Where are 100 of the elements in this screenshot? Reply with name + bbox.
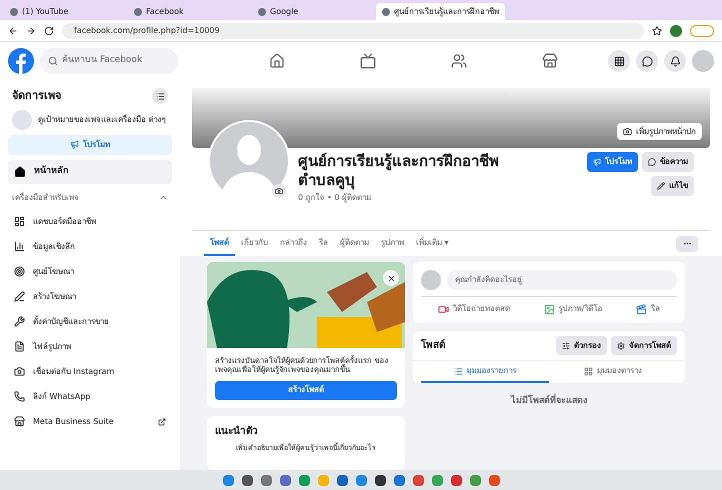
search-field[interactable]: ค้นหาบน Facebook bbox=[40, 48, 178, 74]
grid-icon bbox=[584, 366, 593, 376]
avatar bbox=[421, 270, 441, 290]
groups-icon[interactable] bbox=[450, 53, 466, 69]
about-title: แนะนำตัว bbox=[215, 424, 259, 439]
pencil-icon bbox=[657, 182, 665, 190]
tab-title: ศูนย์การเรียนรู้และการฝึกอาชีพ bbox=[394, 6, 499, 18]
back-icon[interactable] bbox=[8, 26, 18, 36]
section-header[interactable]: เครื่องมือสำหรับเพจ bbox=[8, 188, 172, 206]
external-link-icon bbox=[158, 418, 166, 426]
sidebar-item[interactable]: Meta Business Suite bbox=[8, 412, 172, 432]
posts-button[interactable]: ตัวกรอง bbox=[556, 336, 607, 355]
phone-icon bbox=[14, 391, 25, 402]
sidebar-item[interactable]: ข้อมูลเชิงลึก bbox=[8, 236, 172, 256]
posts-button[interactable]: จัดการโพสต์ bbox=[611, 336, 677, 355]
browser-tab[interactable]: Facebook bbox=[128, 3, 248, 20]
page-tab[interactable]: ผู้ติดตาม bbox=[334, 231, 375, 256]
page-action-button[interactable]: โปรโมท bbox=[587, 152, 638, 172]
create-post-button[interactable]: สร้างโพสต์ bbox=[215, 380, 397, 400]
site-icon bbox=[382, 8, 390, 16]
video-icon[interactable] bbox=[360, 53, 376, 69]
clapperboard-icon bbox=[636, 304, 648, 314]
site-icon bbox=[134, 8, 142, 16]
sidebar-title: จัดการเพจ bbox=[12, 88, 61, 104]
document-icon bbox=[14, 341, 25, 352]
page-tab[interactable]: กล่าวถึง bbox=[274, 231, 313, 256]
browser-tab[interactable]: (1) YouTube bbox=[4, 3, 124, 20]
app-icon[interactable] bbox=[242, 474, 252, 486]
megaphone-icon bbox=[70, 140, 79, 149]
reload-icon[interactable] bbox=[44, 26, 54, 36]
target-icon bbox=[14, 266, 25, 277]
tab-title: Facebook bbox=[146, 6, 184, 18]
tab-title: Google bbox=[270, 6, 298, 18]
composer-action[interactable]: วิดีโอถ่ายทอดสด bbox=[438, 303, 510, 315]
composer-action[interactable]: รีล bbox=[636, 303, 660, 315]
bar-chart-icon bbox=[14, 241, 25, 252]
address-field[interactable]: facebook.com/profile.php?id=10009 bbox=[62, 22, 644, 38]
sidebar-item[interactable]: ลิงก์ WhatsApp bbox=[8, 386, 172, 406]
site-icon bbox=[10, 8, 18, 16]
megaphone-icon bbox=[593, 158, 601, 166]
chat-icon[interactable] bbox=[636, 50, 658, 72]
page-hint: ดูเป้าหมายของเพจและเครื่องมือ ต่างๆ bbox=[38, 114, 166, 124]
posts-title: โพสต์ bbox=[421, 338, 445, 353]
sliders-icon bbox=[562, 342, 570, 350]
promote-button[interactable]: โปรโมท bbox=[8, 134, 172, 154]
chevron-icon bbox=[159, 193, 168, 202]
view-tab[interactable]: มุมมองรายการ bbox=[421, 361, 549, 383]
star-icon[interactable] bbox=[652, 26, 662, 36]
browser-tab[interactable]: Google bbox=[252, 3, 372, 20]
pen-icon bbox=[14, 291, 25, 302]
page-name: ศูนย์การเรียนรู้และการฝึกอาชีพ ตำบลคูบุ bbox=[298, 152, 500, 190]
image-icon bbox=[544, 304, 555, 314]
page-tab[interactable]: เกี่ยวกับ bbox=[235, 231, 274, 256]
sidebar-item[interactable]: ศูนย์โฆษณา bbox=[8, 262, 172, 282]
list-icon bbox=[454, 366, 462, 376]
collapse-icon[interactable] bbox=[152, 88, 168, 104]
home-icon[interactable] bbox=[268, 53, 284, 69]
logo-icon[interactable] bbox=[8, 48, 34, 74]
tab-title: (1) YouTube bbox=[22, 6, 68, 18]
page-tab[interactable]: โพสต์ bbox=[204, 231, 235, 256]
dashboard-icon bbox=[14, 216, 25, 227]
page-tab[interactable]: เพิ่มเติม ▾ bbox=[410, 231, 455, 256]
extension-icon[interactable] bbox=[690, 24, 714, 36]
page-tab[interactable]: รีล bbox=[313, 231, 334, 256]
site-icon bbox=[258, 8, 266, 16]
home-item[interactable]: หน้าหลัก bbox=[8, 160, 172, 184]
camera-icon bbox=[623, 127, 632, 136]
empty-message: ไม่มีโพสต์ที่จะแสดง bbox=[413, 395, 685, 408]
sidebar-item[interactable]: ไฟล์รูปภาพ bbox=[8, 336, 172, 356]
home-icon bbox=[14, 166, 26, 178]
sidebar-item[interactable]: เชื่อมต่อกับ Instagram bbox=[8, 362, 172, 382]
post-field[interactable]: คุณกำลังคิดอะไรอยู่ bbox=[447, 270, 677, 290]
more-icon[interactable] bbox=[676, 236, 698, 252]
extension-icon[interactable] bbox=[670, 24, 682, 36]
search-icon bbox=[48, 56, 58, 66]
forward-icon[interactable] bbox=[26, 26, 36, 36]
camera-icon[interactable] bbox=[272, 184, 286, 198]
view-tab[interactable]: มุมมองตาราง bbox=[549, 361, 677, 383]
gear-icon bbox=[617, 342, 625, 350]
page-action-button[interactable]: แก้ไข bbox=[651, 176, 694, 196]
page-stats: 0 ถูกใจ • 0 ผู้ติดตาม bbox=[298, 192, 372, 204]
store-icon bbox=[14, 416, 25, 427]
sidebar-item[interactable]: ตั้งค่าบัญชีและการขาย bbox=[8, 312, 172, 332]
video-camera-icon bbox=[438, 304, 449, 314]
camera-glyph-icon bbox=[275, 187, 283, 195]
browser-tab[interactable]: ศูนย์การเรียนรู้และการฝึกอาชีพ bbox=[376, 3, 505, 20]
add-cover-button[interactable]: เพิ่มรูปภาพหน้าปก bbox=[617, 123, 702, 140]
chat-icon bbox=[648, 158, 656, 166]
page-tab[interactable]: รูปภาพ bbox=[375, 231, 410, 256]
app-icon[interactable] bbox=[374, 474, 386, 486]
composer-action[interactable]: รูปภาพ/วิดีโอ bbox=[544, 303, 602, 315]
app-icon[interactable] bbox=[336, 474, 348, 486]
camera-icon bbox=[14, 366, 25, 377]
store-icon[interactable] bbox=[542, 53, 558, 69]
menu-icon[interactable] bbox=[608, 50, 630, 72]
sidebar-item[interactable]: แดชบอร์ดมืออาชีพ bbox=[8, 212, 172, 232]
wrench-icon bbox=[14, 316, 25, 327]
page-action-button[interactable]: ข้อความ bbox=[642, 152, 694, 172]
bell-icon[interactable] bbox=[664, 50, 686, 72]
sidebar-item[interactable]: สร้างโฆษณา bbox=[8, 286, 172, 306]
